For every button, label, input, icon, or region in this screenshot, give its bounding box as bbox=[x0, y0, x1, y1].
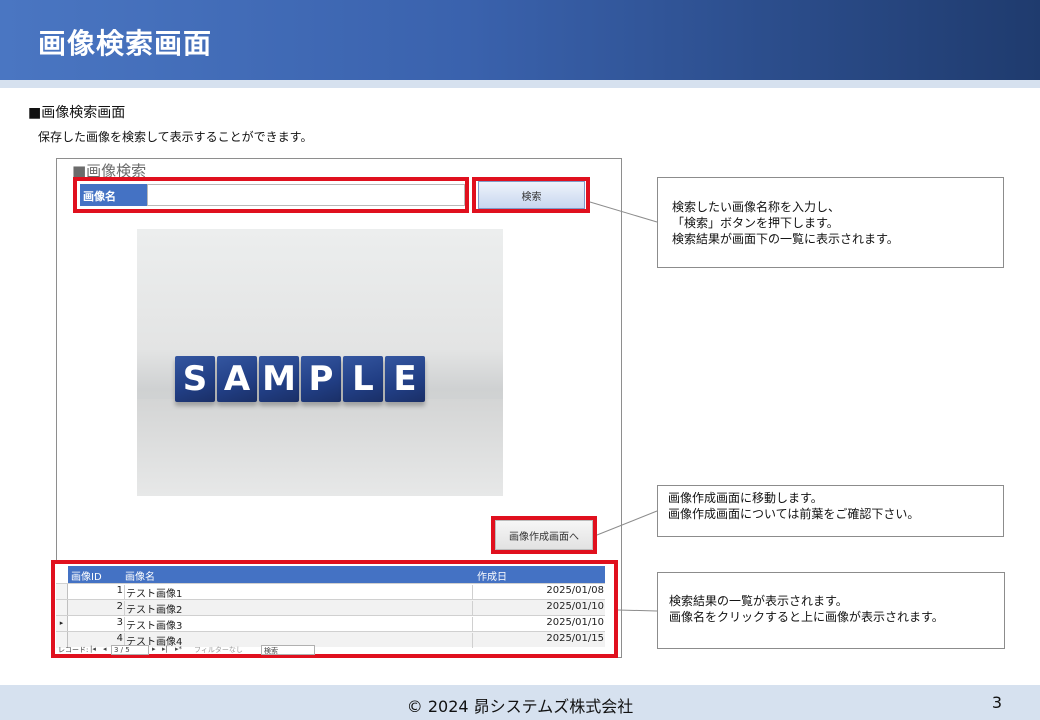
row-selector[interactable] bbox=[56, 584, 68, 600]
connector-list bbox=[617, 609, 658, 612]
cell-id: 4 bbox=[116, 633, 123, 644]
callout-search-line: 検索結果が画面下の一覧に表示されます。 bbox=[672, 232, 899, 246]
header-strip bbox=[0, 80, 1040, 88]
prev-record-button[interactable]: ◂ bbox=[103, 645, 107, 653]
go-to-create-screen-button[interactable]: 画像作成画面へ bbox=[495, 520, 593, 550]
current-row-marker[interactable]: ▸ bbox=[56, 616, 68, 632]
search-button[interactable]: 検索 bbox=[478, 181, 585, 209]
section-description: 保存した画像を検索して表示することができます。 bbox=[38, 130, 313, 144]
section-title: ■画像検索画面 bbox=[28, 105, 126, 121]
cell-date: 2025/01/15 bbox=[546, 633, 604, 644]
letter-cube: P bbox=[301, 356, 341, 402]
record-navigator: レコード: |◂ ◂ 3 / 5 ▸ ▸| ▸* フィルターなし 検索 bbox=[56, 645, 605, 656]
new-record-button[interactable]: ▸* bbox=[175, 645, 182, 653]
copyright-text: © 2024 昴システムズ株式会社 bbox=[406, 697, 634, 716]
first-record-button[interactable]: |◂ bbox=[90, 645, 96, 653]
letter-cube: L bbox=[343, 356, 383, 402]
column-header-name[interactable]: 画像名 bbox=[125, 568, 155, 583]
sample-cubes: S A M P L E bbox=[175, 356, 425, 402]
image-name-input[interactable] bbox=[147, 184, 465, 206]
filter-status[interactable]: フィルターなし bbox=[194, 645, 243, 655]
grid-search-box[interactable]: 検索 bbox=[261, 645, 315, 655]
cell-date: 2025/01/10 bbox=[546, 617, 604, 628]
letter-cube: A bbox=[217, 356, 257, 402]
callout-results: 検索結果の一覧が表示されます。 画像名をクリックすると上に画像が表示されます。 bbox=[657, 572, 1005, 649]
cell-name[interactable]: テスト画像2 bbox=[124, 601, 473, 616]
image-preview-floor bbox=[137, 399, 503, 496]
column-header-date[interactable]: 作成日 bbox=[477, 568, 507, 583]
callout-search: 検索したい画像名称を入力し、 「検索」ボタンを押下します。 検索結果が画面下の一… bbox=[657, 177, 1004, 268]
callout-list-line: 画像名をクリックすると上に画像が表示されます。 bbox=[669, 610, 944, 624]
slide-footer: © 2024 昴システムズ株式会社 3 bbox=[0, 685, 1040, 720]
record-label: レコード: bbox=[58, 646, 89, 654]
results-grid-header: 画像ID 画像名 作成日 bbox=[68, 566, 605, 583]
row-selector[interactable] bbox=[56, 600, 68, 616]
callout-search-line: 「検索」ボタンを押下します。 bbox=[672, 216, 839, 230]
table-row[interactable]: 1 テスト画像1 2025/01/08 bbox=[56, 583, 605, 600]
table-row[interactable]: ▸ 3 テスト画像3 2025/01/10 bbox=[56, 615, 605, 632]
cell-date: 2025/01/10 bbox=[546, 601, 604, 612]
slide-header: 画像検索画面 bbox=[0, 0, 1040, 80]
letter-cube: E bbox=[385, 356, 425, 402]
search-field-label: 画像名 bbox=[80, 184, 147, 206]
cell-id: 1 bbox=[116, 585, 123, 596]
callout-navigate: 画像作成画面に移動します。 画像作成画面については前葉をご確認下さい。 bbox=[657, 485, 1004, 537]
table-row[interactable]: 2 テスト画像2 2025/01/10 bbox=[56, 599, 605, 616]
cell-name[interactable]: テスト画像1 bbox=[124, 585, 473, 600]
record-position[interactable]: 3 / 5 bbox=[111, 645, 149, 655]
callout-nav-line: 画像作成画面に移動します。 bbox=[668, 491, 823, 505]
page-number: 3 bbox=[991, 693, 1002, 712]
image-preview: S A M P L E bbox=[137, 229, 503, 496]
cell-name[interactable]: テスト画像3 bbox=[124, 617, 473, 632]
letter-cube: S bbox=[175, 356, 215, 402]
column-header-id[interactable]: 画像ID bbox=[71, 568, 102, 583]
callout-list-line: 検索結果の一覧が表示されます。 bbox=[669, 594, 848, 608]
callout-search-line: 検索したい画像名称を入力し、 bbox=[672, 200, 841, 214]
cell-id: 2 bbox=[116, 601, 123, 612]
cell-id: 3 bbox=[116, 617, 123, 628]
letter-cube: M bbox=[259, 356, 299, 402]
next-record-button[interactable]: ▸ bbox=[152, 645, 156, 653]
callout-nav-line: 画像作成画面については前葉をご確認下さい。 bbox=[668, 507, 920, 521]
cell-date: 2025/01/08 bbox=[546, 585, 604, 596]
slide-title: 画像検索画面 bbox=[38, 27, 213, 60]
last-record-button[interactable]: ▸| bbox=[162, 645, 168, 653]
